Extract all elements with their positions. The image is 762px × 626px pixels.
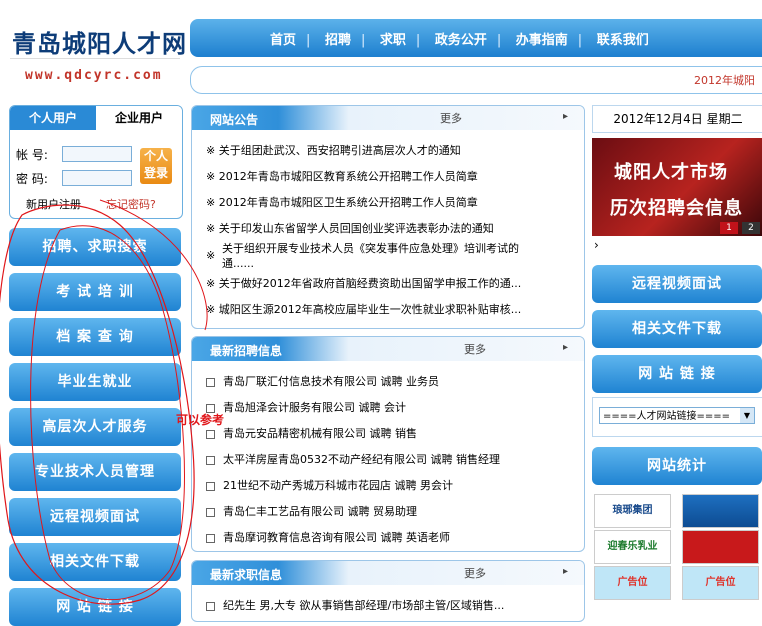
annotation-scribble — [0, 199, 208, 605]
annotation-note: 可以参考 — [176, 413, 225, 427]
